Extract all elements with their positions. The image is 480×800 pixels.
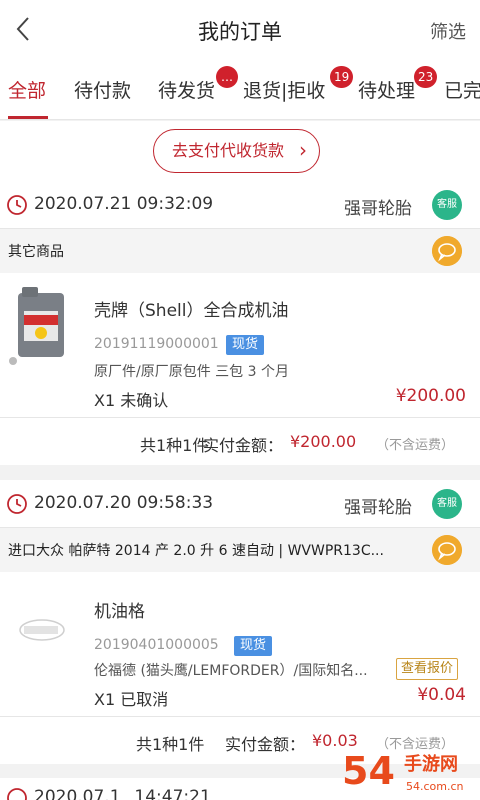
top-bar: 我的订单 筛选 [0, 0, 480, 58]
shop-name[interactable]: 强哥轮胎 [344, 493, 412, 518]
item-count: 共1种1件 [140, 436, 209, 455]
product-thumbnail[interactable] [8, 588, 74, 674]
tab-pending-payment[interactable]: 待付款 [74, 76, 131, 103]
tab-pending-processing[interactable]: 待处理 [358, 76, 415, 103]
tab-all[interactable]: 全部 [8, 76, 46, 103]
tab-returns[interactable]: 退货|拒收 [243, 76, 325, 103]
vehicle-text: 其它商品 [8, 244, 64, 260]
shipping-note: （不含运费） [376, 438, 455, 453]
order-status-tabs: 全部 待付款 待发货 … 退货|拒收 19 待处理 23 已完 [0, 58, 480, 120]
customer-service-icon[interactable]: 客服 [432, 489, 462, 519]
order-time: 2020.07.21 09:32:09 [34, 194, 214, 214]
product-name[interactable]: 机油格 [94, 597, 145, 622]
order-time: 2020.07.1_ 14:47:21 [34, 787, 211, 800]
page-title: 我的订单 [198, 20, 282, 44]
returns-badge: 19 [330, 66, 354, 88]
order-header: 2020.07.20 09:58:33 强哥轮胎 客服 [0, 480, 480, 528]
quantity-status: X1 未确认 [94, 391, 169, 410]
svg-text:手游网: 手游网 [404, 753, 458, 775]
paid-label: 实付金额： [203, 436, 284, 455]
site-watermark-logo: 54 手游网 54.com.cn [342, 749, 464, 793]
clock-icon [7, 494, 27, 514]
paid-amount: ¥200.00 [290, 432, 357, 451]
item-count: 共1种1件 [136, 735, 205, 754]
customer-service-icon[interactable]: 客服 [432, 190, 462, 220]
pay-cod-label: 去支付代收货款 [172, 141, 285, 160]
shop-name[interactable]: 强哥轮胎 [344, 194, 412, 219]
chat-bubble-icon[interactable] [432, 535, 462, 565]
order-header: 2020.07.21 09:32:09 强哥轮胎 客服 [0, 181, 480, 229]
pending-shipment-badge: … [216, 66, 238, 88]
pay-strip: 去支付代收货款 › [0, 121, 480, 181]
product-thumbnail[interactable] [8, 281, 74, 367]
tab-pending-shipment[interactable]: 待发货 [158, 76, 215, 103]
order-time: 2020.07.20 09:58:33 [34, 493, 214, 513]
product-attributes: 伦福德 (猫头鹰/LEMFORDER）/国际知名... [94, 663, 368, 679]
chevron-right-icon: › [299, 138, 307, 162]
order-card[interactable]: 2020.07.21 09:32:09 强哥轮胎 客服 其它商品 壳牌（Shel… [0, 181, 480, 465]
paid-label: 实付金额： [225, 735, 306, 754]
chat-bubble-icon[interactable] [432, 236, 462, 266]
product-code: 20191119000001 [94, 336, 219, 352]
product-code: 20190401000005 [94, 637, 219, 653]
pay-cod-button[interactable]: 去支付代收货款 › [153, 129, 320, 173]
svg-text:54: 54 [342, 749, 395, 793]
product-price: ¥0.04 [417, 685, 466, 705]
product-name[interactable]: 壳牌（Shell）全合成机油 [94, 296, 288, 321]
view-quote-button[interactable]: 查看报价 [396, 658, 459, 680]
vehicle-row: 进口大众 帕萨特 2014 产 2.0 升 6 速自动 | WVWPR13C..… [0, 528, 480, 572]
product-attributes: 原厂件/原厂原包件 三包 3 个月 [94, 364, 289, 380]
pending-processing-badge: 23 [414, 66, 438, 88]
clock-icon [7, 788, 27, 800]
filter-button[interactable]: 筛选 [430, 18, 466, 44]
stock-badge: 现货 [226, 335, 265, 355]
clock-icon [7, 195, 27, 215]
vehicle-text: 进口大众 帕萨特 2014 产 2.0 升 6 速自动 | WVWPR13C..… [8, 543, 384, 559]
svg-text:54.com.cn: 54.com.cn [406, 780, 464, 793]
stock-badge: 现货 [234, 636, 273, 656]
order-summary: 共1种1件 实付金额： ¥200.00 （不含运费） [0, 417, 480, 465]
tab-completed[interactable]: 已完 [444, 76, 480, 103]
active-tab-indicator [8, 116, 48, 119]
product-price: ¥200.00 [395, 386, 466, 406]
quantity-status: X1 已取消 [94, 690, 169, 709]
vehicle-row: 其它商品 [0, 229, 480, 273]
order-card[interactable]: 2020.07.20 09:58:33 强哥轮胎 客服 进口大众 帕萨特 201… [0, 480, 480, 764]
